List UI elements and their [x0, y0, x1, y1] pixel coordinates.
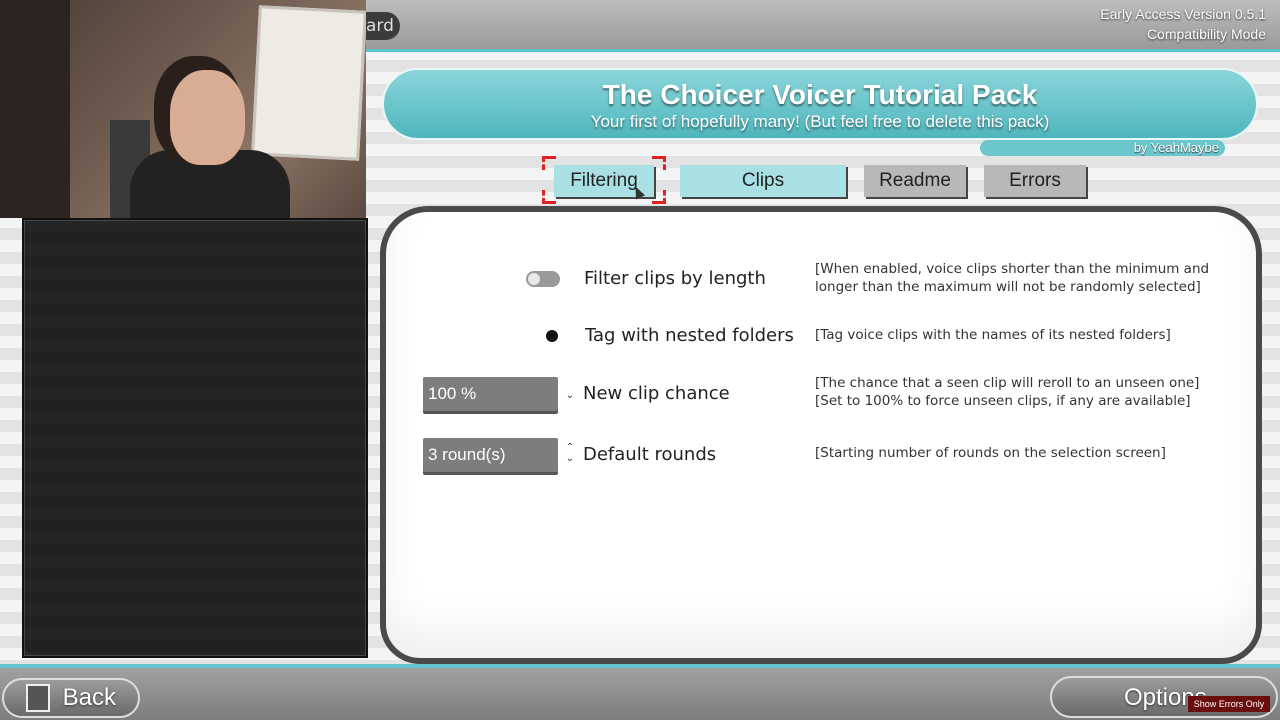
webcam-person-head	[170, 70, 245, 165]
webcam-whiteboard	[251, 5, 366, 161]
tab-readme[interactable]: Readme	[864, 165, 966, 197]
chevron-down-icon[interactable]: ⌄	[563, 453, 577, 464]
top-bar-pill: ard	[360, 12, 400, 40]
nested-folders-label: Tag with nested folders	[585, 325, 794, 346]
version-text: Early Access Version 0.5.1	[1100, 6, 1266, 22]
pack-subtitle: Your first of hopefully many! (But feel …	[590, 112, 1050, 131]
new-clip-chance-label: New clip chance	[583, 383, 730, 404]
description-line: [Tag voice clips with the names of its n…	[815, 327, 1171, 343]
show-errors-only-button[interactable]: Show Errors Only	[1188, 696, 1270, 712]
webcam-shelf	[0, 0, 70, 218]
tab-errors[interactable]: Errors	[984, 165, 1086, 197]
chevron-down-icon[interactable]: ⌄	[563, 390, 577, 401]
default-rounds-description: [Starting number of rounds on the select…	[815, 445, 1166, 463]
pack-header: The Choicer Voicer Tutorial Pack Your fi…	[382, 68, 1258, 140]
nested-folders-description: [Tag voice clips with the names of its n…	[815, 327, 1171, 345]
description-line: [When enabled, voice clips shorter than …	[815, 261, 1210, 277]
default-rounds-label: Default rounds	[583, 444, 717, 465]
stepper-arrows[interactable]: ⌃ ⌄	[563, 442, 577, 464]
toggle-knob	[546, 330, 558, 342]
compatibility-mode-text: Compatibility Mode	[1146, 26, 1266, 42]
webcam-overlay	[0, 0, 366, 218]
description-line: [Set to 100% to force unseen clips, if a…	[815, 392, 1191, 409]
default-rounds-input[interactable]: 3 round(s)	[423, 438, 558, 472]
toggle-knob	[528, 273, 540, 285]
description-line: [The chance that a seen clip will reroll…	[815, 375, 1200, 391]
back-icon	[26, 684, 50, 712]
description-line: longer than the maximum will not be rand…	[815, 278, 1201, 295]
chevron-up-icon[interactable]: ⌃	[563, 442, 577, 453]
left-panel	[22, 218, 368, 658]
pack-title: The Choicer Voicer Tutorial Pack	[602, 79, 1038, 110]
nested-folders-toggle[interactable]	[526, 328, 560, 344]
pack-author: by YeahMaybe	[980, 140, 1225, 156]
new-clip-chance-input[interactable]: 100 %	[423, 377, 558, 411]
version-info: Early Access Version 0.5.1 Compatibility…	[1100, 4, 1266, 44]
filter-length-description: [When enabled, voice clips shorter than …	[815, 261, 1209, 296]
description-line: [Starting number of rounds on the select…	[815, 445, 1166, 461]
new-clip-chance-description: [The chance that a seen clip will reroll…	[815, 375, 1199, 410]
tab-clips[interactable]: Clips	[680, 165, 846, 197]
filter-length-toggle[interactable]	[526, 271, 560, 287]
filter-length-label: Filter clips by length	[584, 268, 766, 289]
back-button[interactable]: Back	[2, 678, 140, 718]
